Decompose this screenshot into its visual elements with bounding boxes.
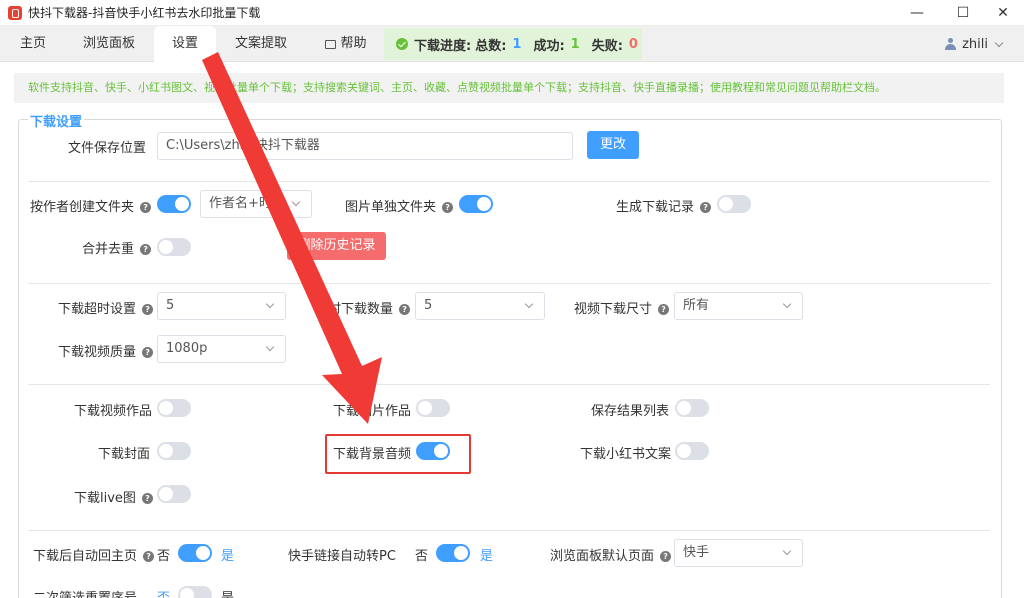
download-record-label: 生成下载记录? <box>616 196 712 215</box>
tab-settings[interactable]: 设置 <box>154 26 216 63</box>
ks-pc-label: 快手链接自动转PC <box>288 549 396 564</box>
download-image-switch[interactable] <box>416 399 450 417</box>
renumber-label: 二次筛选重置序号 <box>33 587 137 598</box>
auto-home-switch[interactable] <box>178 544 212 562</box>
concurrent-select[interactable]: 5 <box>415 292 545 320</box>
default-page-label: 浏览面板默认页面? <box>550 545 672 564</box>
save-path-input[interactable]: C:\Users\zhili\快抖下载器 <box>157 132 573 160</box>
total-label: 总数: <box>475 38 507 54</box>
chevron-down-icon <box>524 299 534 309</box>
download-cover-switch[interactable] <box>157 442 191 460</box>
download-cover-label: 下载封面 <box>98 447 151 462</box>
video-size-select[interactable]: 所有 <box>674 292 803 320</box>
image-folder-label: 图片单独文件夹? <box>345 196 454 215</box>
tab-home[interactable]: 主页 <box>6 26 60 62</box>
window-title: 快抖下载器-抖音快手小红书去水印批量下载 <box>28 6 261 20</box>
help-icon[interactable]: ? <box>140 244 152 255</box>
help-icon[interactable]: ? <box>142 347 154 358</box>
ks-pc-switch[interactable] <box>436 544 470 562</box>
xhs-text-label: 下载小红书文案 <box>580 447 672 462</box>
author-folder-switch[interactable] <box>157 195 191 213</box>
total-count: 1 <box>512 36 522 52</box>
yes-text: 是 <box>480 549 494 564</box>
chevron-down-icon <box>265 342 275 352</box>
user-icon <box>945 38 957 50</box>
tab-help-label: 帮助 <box>340 36 367 51</box>
quality-label: 下载视频质量? <box>58 341 154 360</box>
chevron-down-icon <box>782 546 792 556</box>
video-size-label: 视频下载尺寸? <box>574 298 670 317</box>
app-logo-icon <box>8 5 22 20</box>
help-icon[interactable]: ? <box>442 202 454 213</box>
tab-help[interactable]: 帮助 <box>318 26 374 62</box>
chevron-down-icon <box>782 299 792 309</box>
chevron-down-icon <box>291 197 301 207</box>
success-count: 1 <box>570 36 580 52</box>
save-list-switch[interactable] <box>675 399 709 417</box>
timeout-select[interactable]: 5 <box>157 292 286 320</box>
download-video-switch[interactable] <box>157 399 191 417</box>
check-circle-icon <box>396 38 408 50</box>
minimize-button[interactable]: — <box>894 0 940 26</box>
highlight-box <box>325 434 471 474</box>
live-photo-label: 下载live图? <box>74 487 153 506</box>
notice-banner: 软件支持抖音、快手、小红书图文、视频批量单个下载；支持搜索关键词、主页、收藏、点… <box>14 73 1004 103</box>
download-progress: 下载进度: 总数: 1 成功: 1 失败: 0 <box>384 28 642 60</box>
default-page-select[interactable]: 快手 <box>674 539 803 567</box>
section-title: 下载设置 <box>28 111 85 130</box>
download-image-label: 下载图片作品 <box>333 404 412 419</box>
timeout-label: 下载超时设置? <box>58 298 154 317</box>
user-menu[interactable]: zhili <box>945 26 1004 62</box>
change-path-button[interactable]: 更改 <box>587 131 639 159</box>
save-path-label: 文件保存位置 <box>67 141 146 156</box>
fail-count: 0 <box>628 36 638 52</box>
folder-naming-select[interactable]: 作者名+时间 <box>200 190 312 218</box>
close-button[interactable]: ✕ <box>980 0 1024 26</box>
no-text: 否 <box>415 549 429 564</box>
help-icon[interactable]: ? <box>700 202 712 213</box>
live-photo-switch[interactable] <box>157 485 191 503</box>
concurrent-label: 同时下载数量? <box>315 298 411 317</box>
help-icon[interactable]: ? <box>142 304 154 315</box>
help-icon[interactable]: ? <box>658 304 670 315</box>
title-bar: 快抖下载器-抖音快手小红书去水印批量下载 — ☐ ✕ <box>0 0 1024 26</box>
tab-text-extract[interactable]: 文案提取 <box>224 26 298 62</box>
dedupe-switch[interactable] <box>157 238 191 256</box>
yes-text: 是 <box>221 549 235 564</box>
no-text: 否 <box>157 587 170 598</box>
progress-label: 下载进度: <box>414 38 472 54</box>
xhs-text-switch[interactable] <box>675 442 709 460</box>
quality-select[interactable]: 1080p <box>157 335 286 363</box>
fail-label: 失败: <box>591 38 623 54</box>
help-icon[interactable]: ? <box>140 202 152 213</box>
help-icon[interactable]: ? <box>660 551 672 562</box>
yes-text: 是 <box>221 587 234 598</box>
download-video-label: 下载视频作品 <box>74 404 153 419</box>
no-text: 否 <box>157 549 171 564</box>
help-icon[interactable]: ? <box>141 493 153 504</box>
divider <box>28 384 990 385</box>
help-icon[interactable]: ? <box>143 551 155 562</box>
monitor-icon <box>325 39 337 49</box>
chevron-down-icon <box>265 299 275 309</box>
help-icon[interactable]: ? <box>399 304 411 315</box>
success-label: 成功: <box>533 38 565 54</box>
dedupe-label: 合并去重? <box>82 238 152 257</box>
user-name: zhili <box>962 36 988 52</box>
auto-home-label: 下载后自动回主页? <box>33 545 155 564</box>
delete-history-button[interactable]: 删除历史记录 <box>287 232 386 260</box>
chevron-down-icon <box>994 38 1004 47</box>
divider <box>28 181 990 182</box>
image-folder-switch[interactable] <box>459 195 493 213</box>
divider <box>28 283 990 284</box>
download-record-switch[interactable] <box>717 195 751 213</box>
tab-bar: 主页 浏览面板 设置 文案提取 帮助 下载进度: 总数: 1 成功: 1 失败:… <box>0 26 1024 63</box>
divider <box>28 530 990 531</box>
renumber-switch[interactable] <box>178 586 212 598</box>
author-folder-label: 按作者创建文件夹? <box>30 196 152 215</box>
save-list-label: 保存结果列表 <box>591 404 670 419</box>
tab-browse-panel[interactable]: 浏览面板 <box>70 26 148 62</box>
